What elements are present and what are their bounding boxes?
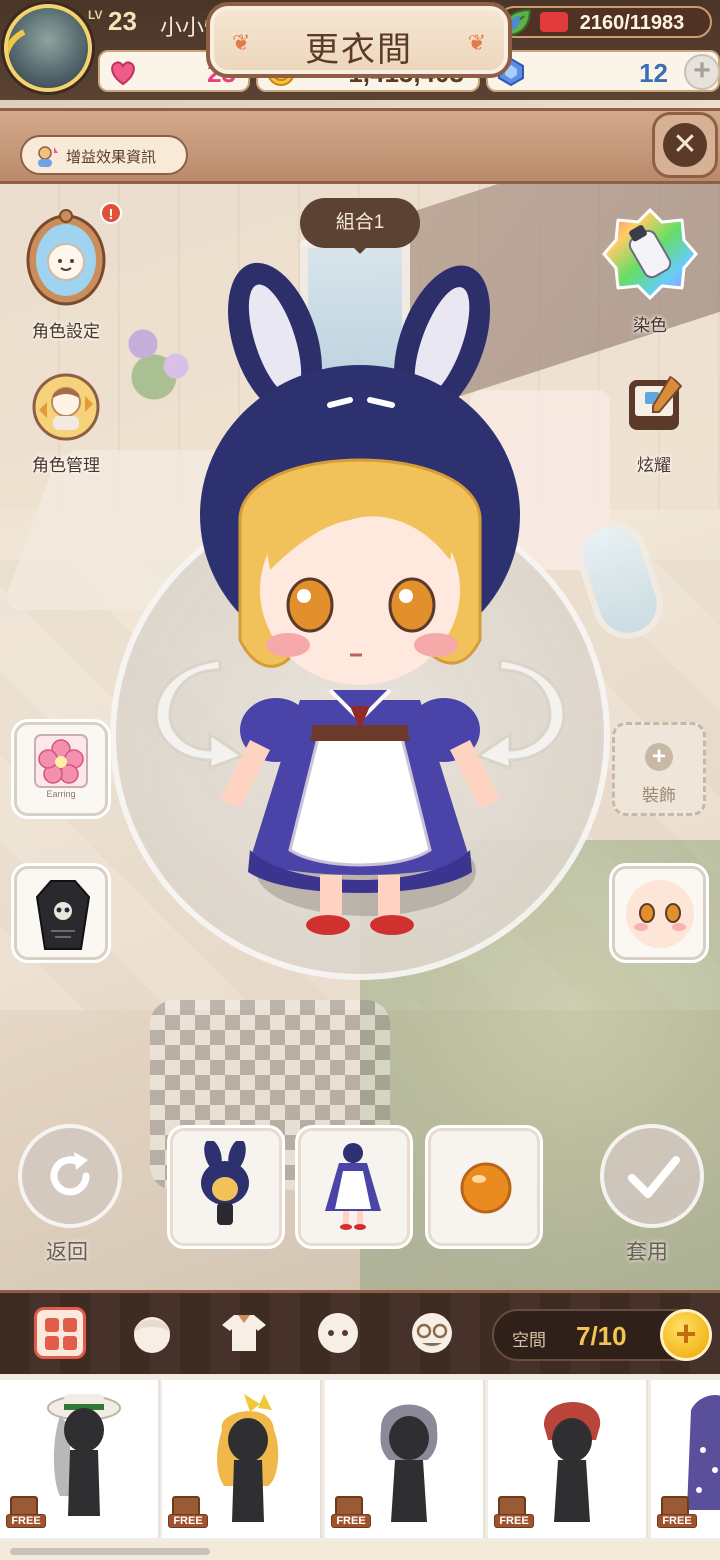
checkmark-icon	[628, 1156, 680, 1198]
list-item[interactable]: FREE	[651, 1380, 720, 1538]
ornament-right-icon: ❦	[467, 30, 486, 55]
apply-button[interactable]	[600, 1124, 704, 1228]
outfit-accessory-card[interactable]	[428, 1128, 540, 1246]
buff-info-label: 增益效果資訊	[66, 149, 157, 166]
page-title: 更衣間	[305, 31, 413, 69]
add-gems-button[interactable]: +	[684, 54, 720, 90]
close-button[interactable]: ✕	[652, 112, 718, 178]
player-level: 23	[108, 6, 137, 36]
mirror-face-icon	[26, 209, 106, 306]
list-item[interactable]: FREE	[488, 1380, 648, 1538]
dye-label: 染色	[633, 316, 667, 335]
stamina-meter[interactable]: 2160/11983	[498, 6, 712, 38]
level-tag: LV	[88, 8, 103, 22]
outfit-hood-card[interactable]	[170, 1128, 282, 1246]
storage-label: 空間	[512, 1331, 546, 1350]
free-badge: FREE	[6, 1496, 46, 1530]
silhouette-red-hair-icon	[543, 1402, 601, 1522]
back-button[interactable]	[18, 1124, 122, 1228]
category-bar: 空間 7/10 +	[0, 1290, 720, 1374]
storage-space: 空間 7/10 +	[492, 1309, 712, 1361]
show-off-label: 炫耀	[637, 456, 671, 475]
character-swap-icon	[32, 373, 100, 441]
apply-label: 套用	[626, 1241, 668, 1264]
tab-clothes[interactable]	[218, 1307, 270, 1359]
show-off-button[interactable]: 炫耀	[604, 372, 704, 476]
easel-icon	[629, 374, 683, 430]
hair-icon	[134, 1317, 170, 1353]
item-list: FREE FREE FREE FREE FREE	[0, 1376, 720, 1542]
back-label: 返回	[46, 1241, 88, 1264]
earring-slot[interactable]: Earring	[14, 722, 108, 816]
character-model[interactable]	[180, 260, 540, 940]
heart-icon	[111, 61, 135, 86]
character-settings-label: 角色設定	[32, 322, 100, 341]
tab-hair[interactable]	[126, 1307, 178, 1359]
gems-counter[interactable]: 12 +	[486, 50, 720, 92]
shirt-icon	[222, 1315, 266, 1351]
add-storage-button[interactable]: +	[660, 1309, 712, 1361]
character-settings-button[interactable]: ! 角色設定	[16, 202, 122, 342]
blue-dress-icon	[325, 1143, 381, 1230]
close-icon: ✕	[663, 123, 707, 167]
orange-orb-icon	[460, 1162, 512, 1214]
item-list-scrollbar[interactable]	[10, 1548, 210, 1555]
character-manage-button[interactable]: 角色管理	[16, 372, 116, 476]
refresh-icon	[50, 1152, 90, 1196]
tab-accessories[interactable]	[406, 1307, 458, 1359]
list-item[interactable]: FREE	[0, 1380, 160, 1538]
coffin-backpack-icon	[35, 880, 91, 950]
stamina-text: 2160/11983	[579, 12, 685, 34]
earring-flower-icon	[34, 734, 88, 788]
player-avatar[interactable]	[4, 4, 92, 92]
grid-icon	[45, 1318, 77, 1350]
header-band: 增益效果資訊	[0, 108, 720, 184]
face-icon	[318, 1313, 358, 1353]
free-badge: FREE	[331, 1496, 371, 1530]
buff-info-button[interactable]: 增益效果資訊	[20, 135, 188, 175]
silhouette-bow-hair-icon	[217, 1394, 279, 1522]
backpack-slot[interactable]	[14, 866, 108, 960]
decoration-slot[interactable]: + 裝飾	[612, 722, 706, 816]
silhouette-grey-hair-icon	[380, 1404, 438, 1522]
bunny-hood-icon	[201, 1141, 249, 1225]
plus-icon: +	[645, 743, 673, 771]
list-item[interactable]: FREE	[325, 1380, 485, 1538]
glasses-face-icon	[412, 1313, 452, 1353]
title-plate: ❦ 更衣間 ❦	[206, 2, 512, 78]
buff-info-icon	[38, 146, 58, 167]
free-badge: FREE	[494, 1496, 534, 1530]
outfit-dress-card[interactable]	[298, 1128, 410, 1246]
list-item[interactable]: FREE	[162, 1380, 322, 1538]
notification-badge: !	[100, 202, 122, 224]
dye-bottle-icon	[602, 207, 698, 301]
earring-label: Earring	[46, 789, 76, 799]
face-slot[interactable]	[612, 866, 706, 960]
tab-face[interactable]	[312, 1307, 364, 1359]
tab-all[interactable]	[34, 1307, 86, 1359]
face-preview-icon	[626, 880, 694, 948]
free-badge: FREE	[168, 1496, 208, 1530]
gems-value: 12	[639, 58, 668, 88]
decoration-label: 裝飾	[642, 786, 676, 805]
free-badge: FREE	[657, 1496, 697, 1530]
storage-value: 7/10	[576, 1321, 627, 1351]
character-manage-label: 角色管理	[32, 456, 100, 475]
combo-selector[interactable]: 組合1	[300, 198, 420, 254]
dye-button[interactable]: 染色	[600, 206, 700, 336]
